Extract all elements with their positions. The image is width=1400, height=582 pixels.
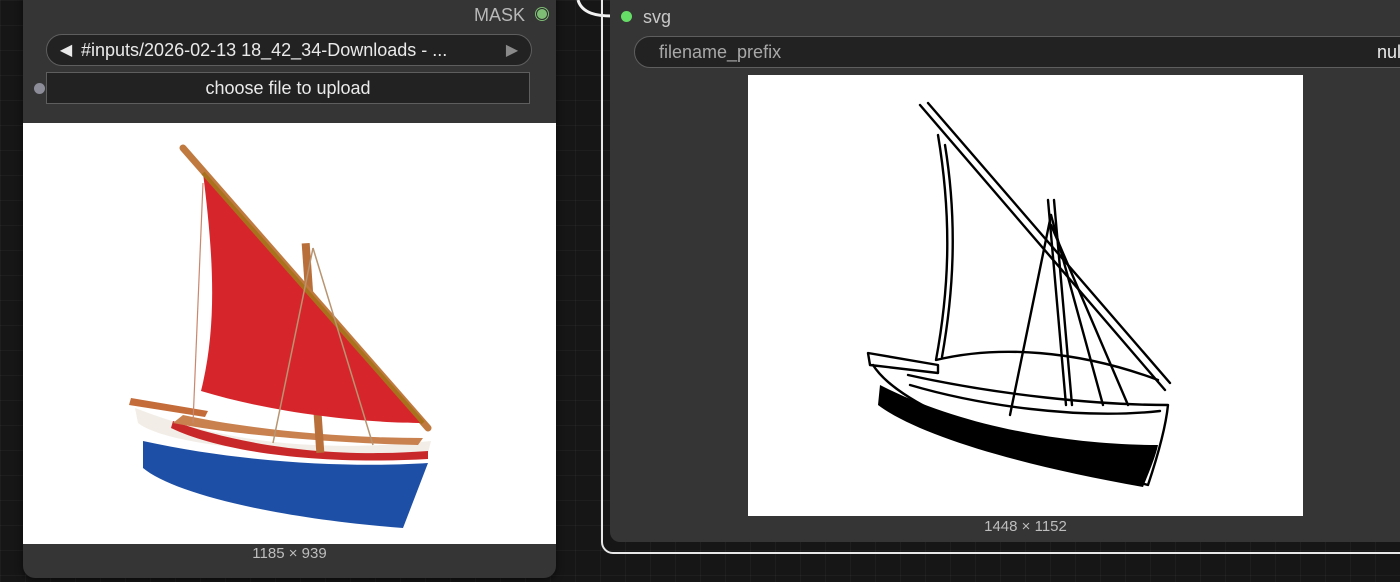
sailboat-line-drawing xyxy=(866,101,1172,487)
sailboat-photo xyxy=(129,144,432,528)
save-svg-node: svg filename_prefix null xyxy=(610,0,1400,542)
filename-prefix-widget[interactable]: filename_prefix null xyxy=(634,36,1400,68)
load-image-node: MASK ◀ #inputs/2026-02-13 18_42_34-Downl… xyxy=(23,0,556,578)
mask-output-slot-icon[interactable] xyxy=(536,8,548,20)
image-dimensions: 1185 × 939 xyxy=(252,545,327,562)
filename-prefix-value: null xyxy=(1377,41,1400,62)
image-preview xyxy=(23,123,556,544)
svg-preview xyxy=(748,75,1303,516)
left-arrow-icon[interactable]: ◀ xyxy=(55,40,77,60)
svg-dimensions: 1448 × 1152 xyxy=(984,518,1067,535)
image-combo-value: #inputs/2026-02-13 18_42_34-Downloads - … xyxy=(81,39,448,60)
upload-button[interactable]: choose file to upload xyxy=(46,72,530,104)
svg-input-label: svg xyxy=(643,7,672,27)
svg-input-slot-icon[interactable] xyxy=(621,11,632,22)
image-combo-widget[interactable]: ◀ #inputs/2026-02-13 18_42_34-Downloads … xyxy=(46,34,532,66)
right-arrow-icon[interactable]: ▶ xyxy=(501,40,523,60)
filename-prefix-label: filename_prefix xyxy=(659,41,782,62)
mask-output-label: MASK xyxy=(473,5,525,25)
upload-input-slot-icon[interactable] xyxy=(34,83,45,94)
